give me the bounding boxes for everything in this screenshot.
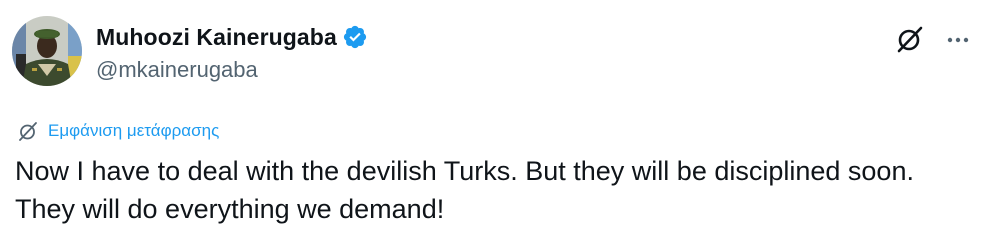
avatar[interactable] (12, 16, 82, 86)
show-translation-button[interactable]: Εμφάνιση μετάφρασης (18, 121, 219, 141)
translate-icon (18, 121, 38, 141)
author-block: Muhoozi Kainerugaba @mkainerugaba (96, 22, 368, 83)
handle[interactable]: @mkainerugaba (96, 57, 368, 83)
display-name[interactable]: Muhoozi Kainerugaba (96, 24, 337, 51)
top-actions (895, 24, 971, 54)
avatar-image (12, 16, 82, 86)
show-translation-label: Εμφάνιση μετάφρασης (48, 121, 220, 140)
more-dots-icon[interactable] (945, 27, 971, 53)
tweet-card: Muhoozi Kainerugaba @mkainerugaba Εμφάνι… (0, 0, 989, 242)
tweet-text: Now I have to deal with the devilish Tur… (15, 156, 914, 224)
grok-icon[interactable] (895, 24, 925, 54)
verified-badge-icon (342, 24, 368, 50)
name-row: Muhoozi Kainerugaba (96, 22, 368, 52)
